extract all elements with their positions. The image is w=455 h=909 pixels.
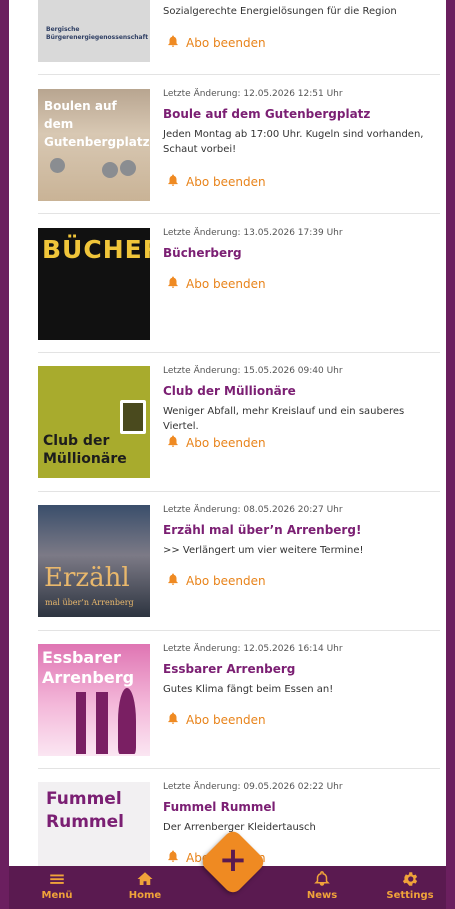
- cutlery-spoon: [118, 688, 136, 754]
- nav-menu[interactable]: Menü: [27, 870, 87, 901]
- boule-ball: [120, 160, 136, 176]
- item-thumbnail: Essbarer Arrenberg: [38, 644, 150, 756]
- bell-icon: [166, 434, 180, 451]
- abo-beenden-button[interactable]: Abo beenden: [166, 34, 266, 51]
- abo-beenden-button[interactable]: Abo beenden: [166, 572, 266, 589]
- nav-menu-label: Menü: [41, 890, 73, 901]
- thumbnail-text: Bergische Bürgerenergiegenossenschaft: [46, 26, 149, 41]
- abo-beenden-button[interactable]: Abo beenden: [166, 711, 266, 728]
- item-description: Weniger Abfall, mehr Kreislauf und ein s…: [163, 406, 405, 432]
- home-icon: [115, 870, 175, 888]
- cutlery-fork: [96, 692, 108, 754]
- bell-icon: [292, 870, 352, 888]
- divider: [38, 630, 440, 631]
- item-thumbnail: Erzähl mal über’n Arrenberg: [38, 505, 150, 617]
- bell-icon: [166, 173, 180, 190]
- abo-beenden-label: Abo beenden: [186, 712, 266, 727]
- divider: [38, 491, 440, 492]
- divider: [38, 74, 440, 75]
- item-description: Jeden Montag ab 17:00 Uhr. Kugeln sind v…: [163, 129, 424, 155]
- bell-icon: [166, 849, 180, 866]
- abo-beenden-button[interactable]: Abo beenden: [166, 173, 266, 190]
- item-thumbnail: Boulen auf dem Gutenbergplatz: [38, 89, 150, 201]
- thumbnail-text: Fummel Rummel: [46, 789, 124, 832]
- abo-beenden-label: Abo beenden: [186, 35, 266, 50]
- menu-icon: [27, 870, 87, 888]
- item-description: Gutes Klima fängt beim Essen an!: [163, 684, 334, 695]
- abo-beenden-label: Abo beenden: [186, 174, 266, 189]
- item-meta: Letzte Änderung: 12.05.2026 16:14 Uhr: [163, 644, 343, 654]
- subscriptions-list[interactable]: bbeg Bergische Bürgerenergiegenossenscha…: [9, 0, 446, 866]
- divider: [38, 352, 440, 353]
- item-title[interactable]: Boule auf dem Gutenbergplatz: [163, 107, 370, 121]
- item-thumbnail: Club der Müllionäre: [38, 366, 150, 478]
- thumbnail-text: Club der Müllionäre: [43, 433, 127, 467]
- item-description: Sozialgerechte Energielösungen für die R…: [163, 6, 397, 17]
- item-title[interactable]: Club der Müllionäre: [163, 384, 296, 398]
- nav-settings[interactable]: Settings: [380, 870, 440, 901]
- nav-home[interactable]: Home: [115, 870, 175, 901]
- item-meta: Letzte Änderung: 13.05.2026 17:39 Uhr: [163, 228, 343, 238]
- abo-beenden-label: Abo beenden: [186, 276, 266, 291]
- divider: [38, 213, 440, 214]
- thumbnail-subtext: mal über’n Arrenberg: [45, 598, 134, 607]
- bell-icon: [166, 711, 180, 728]
- nav-news[interactable]: News: [292, 870, 352, 901]
- item-title[interactable]: Erzähl mal über’n Arrenberg!: [163, 523, 361, 537]
- abo-beenden-label: Abo beenden: [186, 573, 266, 588]
- item-title[interactable]: Fummel Rummel: [163, 800, 276, 814]
- thumbnail-text: Essbarer Arrenberg: [42, 648, 135, 687]
- item-meta: Letzte Änderung: 08.05.2026 20:27 Uhr: [163, 505, 343, 515]
- nav-news-label: News: [306, 890, 338, 901]
- gear-icon: [380, 870, 440, 888]
- nav-settings-label: Settings: [386, 890, 434, 901]
- divider: [38, 768, 440, 769]
- abo-beenden-button[interactable]: Abo beenden: [166, 434, 266, 451]
- abo-beenden-label: Abo beenden: [186, 435, 266, 450]
- item-thumbnail: bbeg Bergische Bürgerenergiegenossenscha…: [38, 0, 150, 62]
- thumbnail-text: Boulen auf dem Gutenbergplatz: [44, 99, 150, 149]
- trash-can-icon: [120, 400, 146, 434]
- item-title[interactable]: Essbarer Arrenberg: [163, 662, 295, 676]
- thumbnail-text: BÜCHERBERG: [42, 235, 150, 264]
- plus-icon: +: [218, 840, 248, 880]
- item-thumbnail: Fummel Rummel: [38, 782, 150, 866]
- thumbnail-text: Erzähl: [44, 563, 130, 593]
- item-description: Der Arrenberger Kleidertausch: [163, 822, 316, 833]
- item-meta: Letzte Änderung: 12.05.2026 12:51 Uhr: [163, 89, 343, 99]
- bell-icon: [166, 572, 180, 589]
- nav-home-label: Home: [128, 890, 162, 901]
- boule-ball: [102, 162, 118, 178]
- item-title[interactable]: Bücherberg: [163, 246, 242, 260]
- item-meta: Letzte Änderung: 15.05.2026 09:40 Uhr: [163, 366, 343, 376]
- boule-ball: [50, 158, 65, 173]
- item-description: >> Verlängert um vier weitere Termine!: [163, 545, 364, 556]
- item-meta: Letzte Änderung: 09.05.2026 02:22 Uhr: [163, 782, 343, 792]
- abo-beenden-button[interactable]: Abo beenden: [166, 275, 266, 292]
- cutlery-knife: [76, 692, 86, 754]
- bell-icon: [166, 34, 180, 51]
- bell-icon: [166, 275, 180, 292]
- item-thumbnail: BÜCHERBERG: [38, 228, 150, 340]
